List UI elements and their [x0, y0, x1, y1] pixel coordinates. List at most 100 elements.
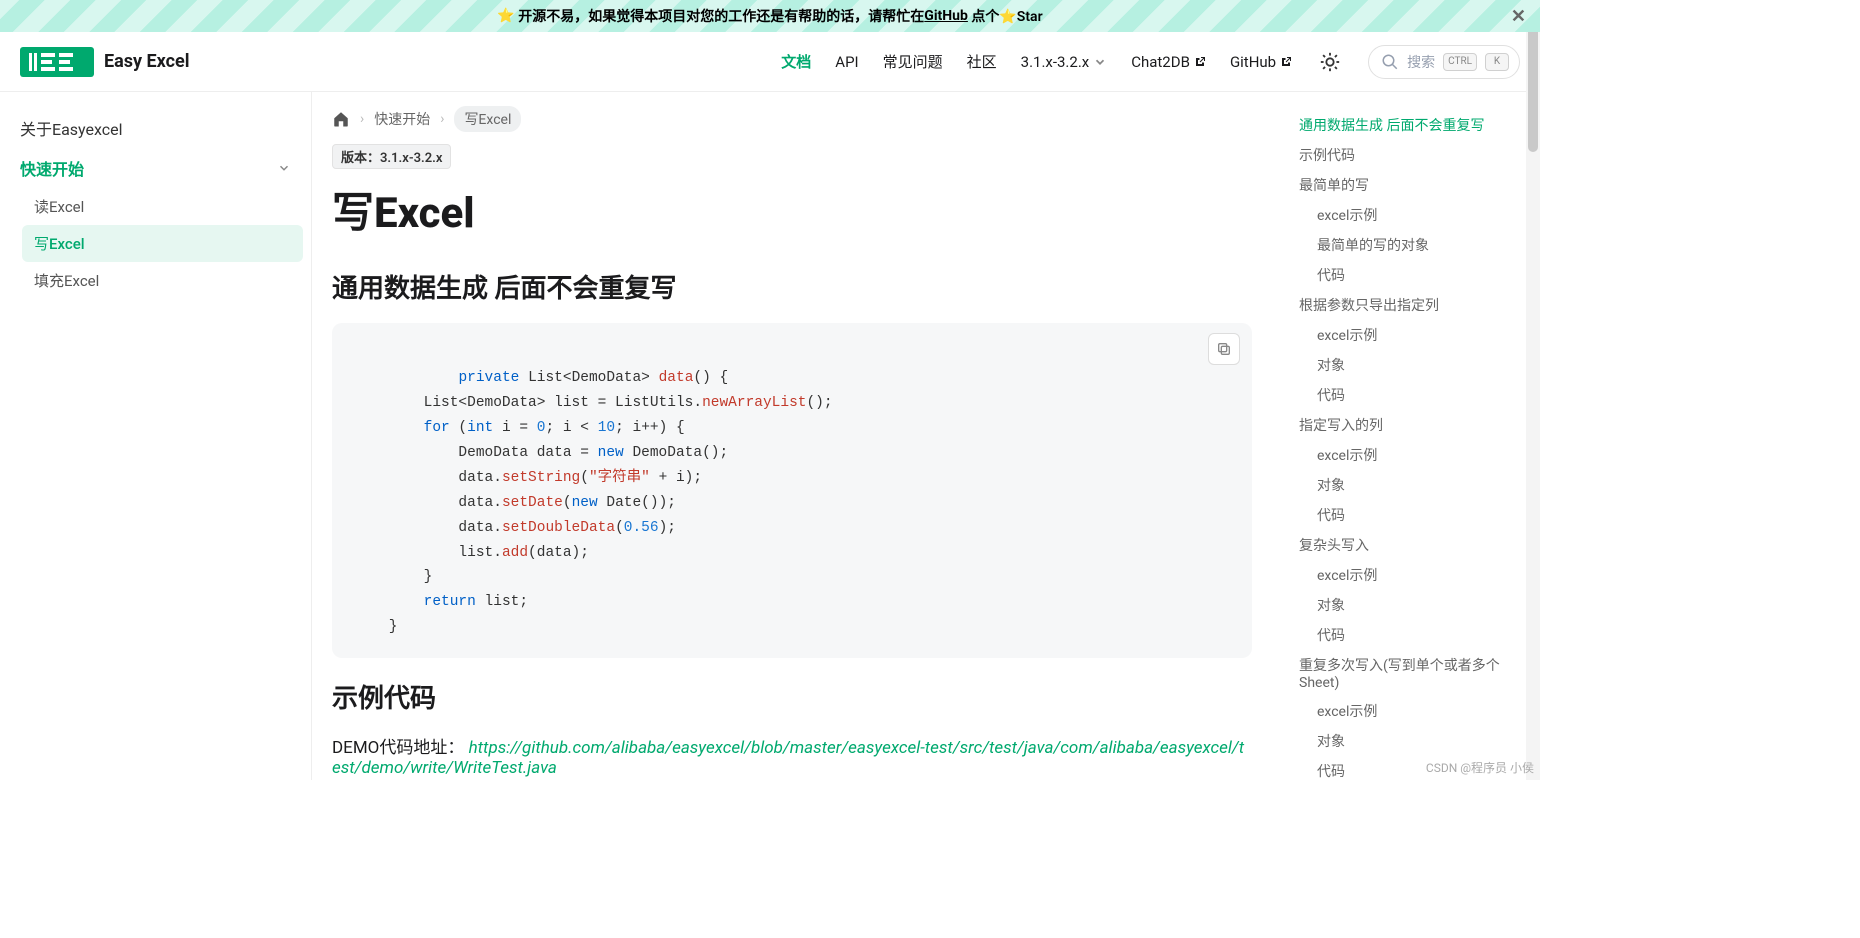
close-icon[interactable]: ✕ — [1511, 6, 1526, 27]
code-token: (data); — [528, 545, 589, 561]
code-token: } — [354, 569, 432, 585]
nav-api[interactable]: API — [835, 53, 858, 71]
external-link-icon — [1194, 56, 1206, 68]
kbd-ctrl: CTRL — [1443, 53, 1477, 71]
toc-link[interactable]: excel示例 — [1317, 560, 1530, 590]
table-of-contents: 通用数据生成 后面不会重复写 示例代码 最简单的写 excel示例 最简单的写的… — [1280, 92, 1540, 780]
toc-link[interactable]: 重复多次写入(写到单个或者多个Sheet) — [1299, 650, 1530, 696]
chevron-down-icon — [1093, 55, 1107, 69]
code-token: new — [572, 495, 598, 511]
nav-docs[interactable]: 文档 — [781, 51, 811, 72]
toc-link[interactable]: 根据参数只导出指定列 — [1299, 290, 1530, 320]
code-token: () { — [693, 370, 728, 386]
toc-link[interactable]: 通用数据生成 后面不会重复写 — [1299, 110, 1530, 140]
code-token: ( — [580, 470, 589, 486]
toc-link[interactable]: 示例代码 — [1299, 140, 1530, 170]
code-token: DemoData(); — [624, 445, 728, 461]
nav-chat2db-label: Chat2DB — [1131, 53, 1190, 71]
breadcrumb-separator: › — [360, 111, 364, 127]
announcement-bar: ⭐ 开源不易，如果觉得本项目对您的工作还是有帮助的话，请帮忙在 GitHub 点… — [0, 0, 1540, 32]
code-token: "字符串" — [589, 470, 650, 486]
nav-version-dropdown[interactable]: 3.1.x-3.2.x — [1021, 53, 1108, 71]
sidebar-item-read[interactable]: 读Excel — [22, 188, 303, 225]
code-token: data. — [354, 520, 502, 536]
toc-link[interactable]: 代码 — [1317, 380, 1530, 410]
breadcrumb-separator: › — [440, 111, 444, 127]
star-icon: ⭐ — [497, 8, 514, 24]
announcement-text-after: 点个⭐Star — [971, 6, 1042, 26]
navbar: Easy Excel 文档 API 常见问题 社区 3.1.x-3.2.x Ch… — [0, 32, 1540, 92]
code-token: list; — [476, 594, 528, 610]
code-token: setDate — [502, 495, 563, 511]
code-block: private List<DemoData> data() { List<Dem… — [332, 323, 1252, 658]
code-token: private — [458, 370, 519, 386]
search-button[interactable]: 搜索 CTRL K — [1368, 45, 1520, 79]
breadcrumb-current: 写Excel — [454, 106, 521, 132]
code-token: add — [502, 545, 528, 561]
announcement-github-link[interactable]: GitHub — [924, 8, 968, 24]
sidebar-quickstart-label: 快速开始 — [20, 156, 84, 180]
code-token: i = — [493, 420, 537, 436]
section-general-title: 通用数据生成 后面不会重复写 — [332, 268, 1252, 305]
page-title: 写Excel — [332, 179, 1252, 240]
code-token: 0.56 — [624, 520, 659, 536]
toc-link[interactable]: 复杂头写入 — [1299, 530, 1530, 560]
toc-link[interactable]: excel示例 — [1317, 200, 1530, 230]
copy-button[interactable] — [1208, 333, 1240, 365]
code-token: ( — [615, 520, 624, 536]
home-icon[interactable] — [332, 110, 350, 128]
toc-link[interactable]: 最简单的写 — [1299, 170, 1530, 200]
toc-link[interactable]: excel示例 — [1317, 320, 1530, 350]
code-token: ( — [450, 420, 467, 436]
toc-link[interactable]: excel示例 — [1317, 440, 1530, 470]
code-token: data — [659, 370, 694, 386]
toc-link[interactable]: 对象 — [1317, 726, 1530, 756]
kbd-k: K — [1485, 53, 1509, 71]
code-token: ; i++) { — [615, 420, 685, 436]
toc-link[interactable]: excel示例 — [1317, 696, 1530, 726]
code-token: } — [354, 619, 398, 635]
toc-link[interactable]: 代码 — [1317, 260, 1530, 290]
sidebar-category-quickstart[interactable]: 快速开始 — [8, 148, 303, 188]
demo-url-link[interactable]: https://github.com/alibaba/easyexcel/blo… — [332, 738, 1244, 778]
version-badge: 版本：3.1.x-3.2.x — [332, 144, 451, 169]
code-token: ; i < — [545, 420, 597, 436]
announcement-text-before: 开源不易，如果觉得本项目对您的工作还是有帮助的话，请帮忙在 — [518, 6, 924, 26]
code-token: + i); — [650, 470, 702, 486]
breadcrumb-quickstart[interactable]: 快速开始 — [374, 109, 430, 129]
code-token: setDoubleData — [502, 520, 615, 536]
code-token: 10 — [598, 420, 615, 436]
nav-community[interactable]: 社区 — [967, 51, 997, 72]
toc-link[interactable]: 最简单的写的对象 — [1317, 230, 1530, 260]
nav-github[interactable]: GitHub — [1230, 53, 1292, 71]
external-link-icon — [1280, 56, 1292, 68]
nav-github-label: GitHub — [1230, 53, 1276, 71]
brand-name: Easy Excel — [104, 51, 190, 72]
sidebar-item-write[interactable]: 写Excel — [22, 225, 303, 262]
code-token: new — [598, 445, 624, 461]
breadcrumb: › 快速开始 › 写Excel — [332, 106, 1252, 132]
nav-chat2db[interactable]: Chat2DB — [1131, 53, 1206, 71]
scrollbar-track[interactable] — [1526, 0, 1540, 780]
code-token: data. — [354, 495, 502, 511]
toc-link[interactable]: 代码 — [1317, 620, 1530, 650]
watermark: CSDN @程序员 小侯 — [1426, 759, 1534, 776]
code-token: (); — [806, 395, 832, 411]
theme-toggle-button[interactable] — [1316, 48, 1344, 76]
toc-link[interactable]: 对象 — [1317, 590, 1530, 620]
toc-link[interactable]: 指定写入的列 — [1299, 410, 1530, 440]
code-token: ( — [563, 495, 572, 511]
toc-link[interactable]: 代码 — [1317, 500, 1530, 530]
toc-link[interactable]: 对象 — [1317, 350, 1530, 380]
copy-icon — [1216, 341, 1232, 357]
main-content: › 快速开始 › 写Excel 版本：3.1.x-3.2.x 写Excel 通用… — [312, 92, 1280, 780]
nav-faq[interactable]: 常见问题 — [883, 51, 943, 72]
code-token: list. — [354, 545, 502, 561]
sidebar-item-fill[interactable]: 填充Excel — [22, 262, 303, 299]
brand[interactable]: Easy Excel — [20, 47, 190, 77]
toc-link[interactable]: 对象 — [1317, 470, 1530, 500]
section-sample-title: 示例代码 — [332, 678, 1252, 715]
search-placeholder: 搜索 — [1407, 52, 1435, 72]
sidebar-item-about[interactable]: 关于Easyexcel — [8, 108, 303, 148]
code-token: int — [467, 420, 493, 436]
